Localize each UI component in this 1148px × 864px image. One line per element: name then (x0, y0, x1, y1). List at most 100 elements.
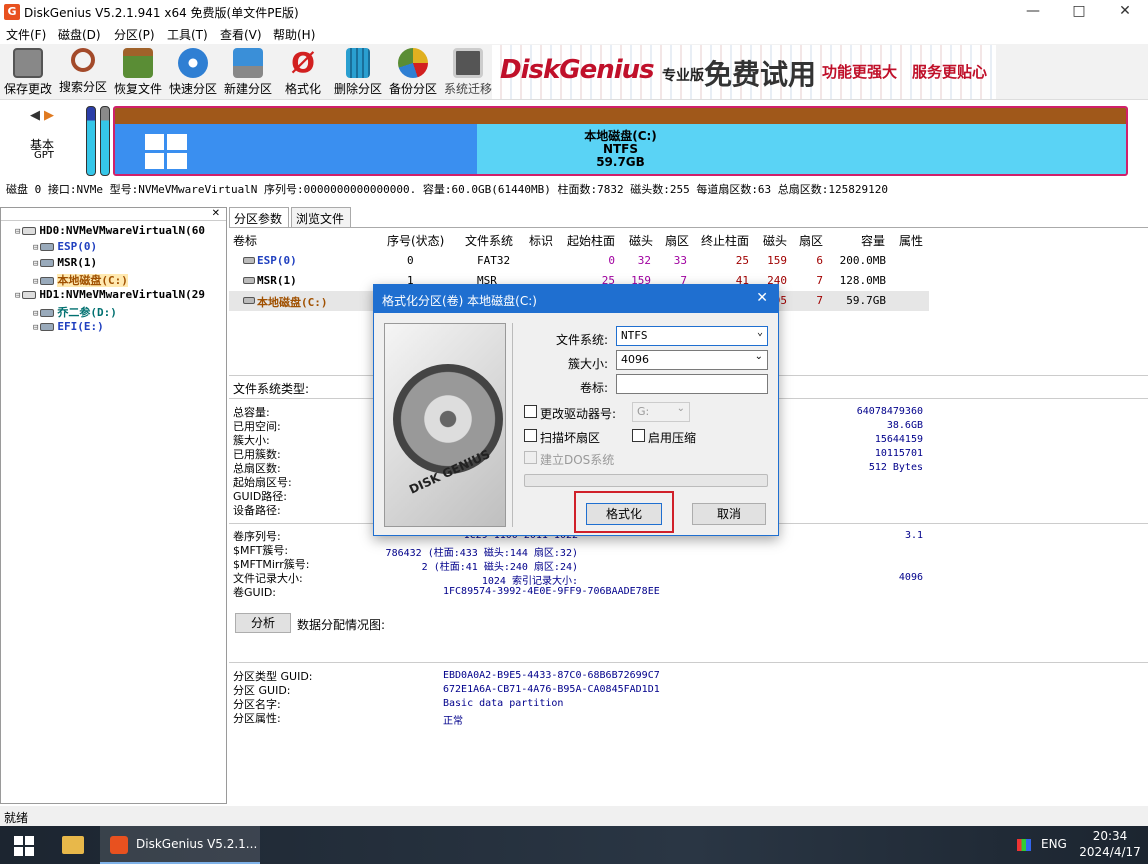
promo-banner[interactable]: DiskGenius 专业版 免费试用 功能更强大 服务更贴心 (492, 45, 996, 99)
menu-disk[interactable]: 磁盘(D) (58, 26, 101, 43)
info-value: 2 (柱面:41 磁头:240 扇区:24) (421, 562, 578, 573)
tab-browse-files[interactable]: 浏览文件 (291, 207, 351, 227)
tree-disk-node[interactable]: ⊟ HD1:NVMeVMwareVirtualN(29 (15, 288, 205, 301)
table-header: 卷标 序号(状态) 文件系统 标识 起始柱面 磁头 扇区 终止柱面 磁头 扇区 … (229, 229, 929, 249)
language-indicator[interactable]: ENG (1041, 837, 1067, 851)
cluster-label: 簇大小: (568, 357, 609, 371)
partition-icon (243, 277, 255, 284)
col-attr: 属性 (899, 234, 924, 248)
enable-compression-checkbox[interactable] (632, 429, 645, 442)
menu-partition[interactable]: 分区(P) (114, 26, 155, 43)
recover-files-button[interactable]: 恢复文件 (112, 46, 164, 98)
cluster-select-value: 4096 (621, 353, 649, 366)
menu-tools[interactable]: 工具(T) (167, 26, 208, 43)
tree-partition-node[interactable]: ⊟ EFI(E:) (33, 320, 104, 333)
title-bar: G DiskGenius V5.2.1.941 x64 免费版(单文件PE版) … (0, 0, 1148, 24)
col-end-head: 磁头 (763, 234, 788, 248)
tree-expand-icon[interactable]: ⊟ (15, 227, 20, 237)
hard-disk-icon (22, 291, 37, 299)
save-changes-label: 保存更改 (3, 82, 52, 96)
new-partition-button[interactable]: 新建分区 (222, 46, 274, 98)
backup-partition-button[interactable]: 备份分区 (387, 46, 439, 98)
fs-select[interactable]: NTFS ⌄ (616, 326, 768, 346)
format-icon: Ø (291, 46, 315, 79)
tree-close-icon[interactable]: ✕ (212, 208, 220, 219)
quick-partition-button[interactable]: 快速分区 (167, 46, 219, 98)
partition-icon (40, 277, 55, 285)
tray-app-icon[interactable] (1017, 839, 1031, 851)
clock[interactable]: 20:34 2024/4/17 (1076, 828, 1144, 860)
minimize-button[interactable]: — (1010, 0, 1056, 24)
format-button[interactable]: Ø 格式化 (277, 46, 329, 98)
info-value: 15644159 (874, 434, 923, 445)
tree-disk-node[interactable]: ⊟ HD0:NVMeVMwareVirtualN(60 (15, 224, 205, 237)
start-windows-icon[interactable] (14, 836, 34, 856)
tree-expand-icon[interactable]: ⊟ (33, 323, 38, 333)
info-label: 分区属性: (233, 712, 281, 725)
volume-label-label: 卷标: (580, 381, 609, 395)
tree-partition-node[interactable]: ⊟ ESP(0) (33, 240, 97, 253)
next-disk-arrow[interactable]: ▶ (44, 108, 54, 123)
partition-icon (40, 323, 55, 331)
menu-view[interactable]: 查看(V) (220, 26, 262, 43)
banner-slogan-1: 免费试用 (704, 58, 817, 91)
tree-partition-node[interactable]: ⊟ MSR(1) (33, 256, 97, 269)
esp-partition-bar[interactable] (86, 106, 96, 176)
cell-size: 128.0MB (839, 274, 886, 287)
info-label: 设备路径: (233, 504, 281, 517)
tab-partition-params[interactable]: 分区参数 (229, 207, 289, 227)
search-partition-button[interactable]: 搜索分区 (57, 46, 109, 98)
info-value: 10115701 (874, 448, 923, 459)
scan-bad-sectors-checkbox[interactable] (524, 429, 537, 442)
maximize-button[interactable]: □ (1056, 0, 1102, 24)
info-divider-3 (229, 662, 1148, 663)
fs-select-value: NTFS (621, 329, 648, 342)
trash-icon (346, 48, 370, 78)
info-value: 1FC89574-3992-4E0E-9FF9-706BAADE78EE (443, 586, 660, 597)
menu-help[interactable]: 帮助(H) (273, 26, 315, 43)
system-migrate-button[interactable]: 系统迁移 (442, 46, 494, 98)
col-id: 标识 (529, 234, 554, 248)
close-button[interactable]: ✕ (1102, 0, 1148, 24)
change-drive-checkbox[interactable] (524, 405, 537, 418)
info-value: 正常 (443, 716, 463, 727)
hard-disk-icon (22, 227, 37, 235)
tree-expand-icon[interactable]: ⊟ (15, 291, 20, 301)
file-explorer-icon[interactable] (62, 836, 84, 854)
taskbar: DiskGenius V5.2.1... ENG 20:34 2024/4/17 (0, 826, 1148, 864)
tree-expand-icon[interactable]: ⊟ (33, 309, 38, 319)
dialog-close-button[interactable]: ✕ (756, 290, 768, 306)
tree-expand-icon[interactable]: ⊟ (33, 277, 38, 287)
tree-divider (1, 220, 226, 221)
cluster-select[interactable]: 4096 ⌄ (616, 350, 768, 370)
drive-letter-select[interactable]: G: ⌄ (632, 402, 690, 422)
cell-label: 本地磁盘(C:) (257, 296, 328, 309)
tree-expand-icon[interactable]: ⊟ (33, 259, 38, 269)
c-partition-bar[interactable]: 本地磁盘(C:) NTFS 59.7GB (113, 106, 1128, 176)
cancel-button[interactable]: 取消 (692, 503, 766, 525)
delete-partition-button[interactable]: 删除分区 (332, 46, 384, 98)
taskbar-app-diskgenius[interactable]: DiskGenius V5.2.1... (100, 826, 260, 864)
scan-bad-sectors-label: 扫描坏扇区 (540, 431, 601, 445)
format-confirm-button[interactable]: 格式化 (586, 503, 662, 525)
tree-partition-node[interactable]: ⊟ 本地磁盘(C:) (33, 272, 128, 288)
table-row[interactable]: ESP(0) 0 FAT32 0 32 33 25 159 6 200.0MB (229, 251, 929, 271)
volume-label-input[interactable] (616, 374, 768, 394)
diskgenius-app-icon (110, 836, 128, 854)
tree-node-label: HD1:NVMeVMwareVirtualN(29 (39, 288, 205, 301)
msr-partition-bar[interactable] (100, 106, 110, 176)
tree-expand-icon[interactable]: ⊟ (33, 243, 38, 253)
analyze-button[interactable]: 分析 (235, 613, 291, 633)
prev-disk-arrow[interactable]: ◀ (30, 108, 40, 123)
save-changes-button[interactable]: 保存更改 (2, 46, 54, 98)
cell-label: MSR(1) (257, 274, 297, 287)
partition-icon (40, 309, 55, 317)
info-value: 3.1 (904, 530, 923, 541)
save-disk-icon (13, 48, 43, 78)
menu-file[interactable]: 文件(F) (6, 26, 46, 43)
tree-partition-node[interactable]: ⊟ 乔二参(D:) (33, 304, 117, 320)
system-migrate-label: 系统迁移 (443, 82, 492, 96)
cell-label: ESP(0) (257, 254, 297, 267)
create-dos-checkbox[interactable] (524, 451, 537, 464)
disk-tree-pane: ✕ ⊟ HD0:NVMeVMwareVirtualN(60 ⊟ ESP(0) ⊟ MSR(… (0, 207, 227, 804)
